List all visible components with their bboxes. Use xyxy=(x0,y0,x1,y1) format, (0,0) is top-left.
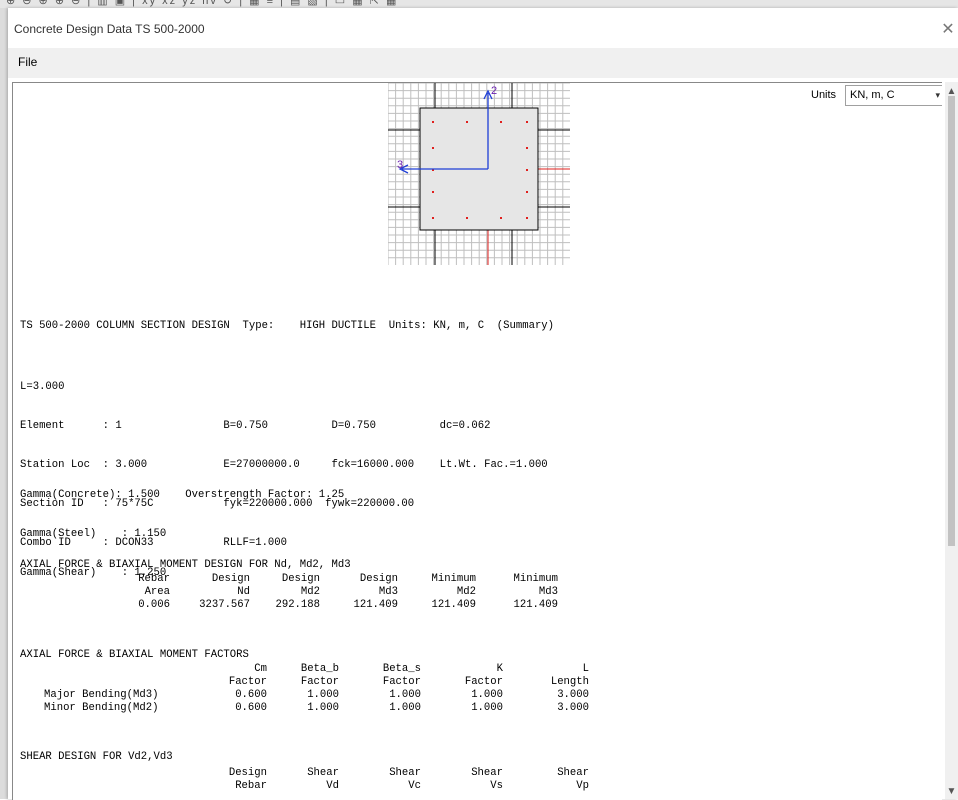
axial-design-title: AXIAL FORCE & BIAXIAL MOMENT DESIGN FOR … xyxy=(20,559,351,571)
design-data-window: Concrete Design Data TS 500-2000 ✕ File xyxy=(8,8,958,800)
rebar-point xyxy=(432,121,434,123)
factors-table: Cm Beta_b Beta_s K L Factor Factor Factor Facto… xyxy=(20,663,589,715)
table-row: Minor Bending(Md2) 0.600 1.000 1.000 1.000 3.… xyxy=(44,702,589,714)
rebar-point xyxy=(526,121,528,123)
info-line: Element : 1 B=0.750 D=0.750 dc=0.062 xyxy=(20,420,491,432)
table-header-row: Area Nd Md2 Md3 Md2 Md3 xyxy=(144,586,558,598)
close-icon[interactable]: ✕ xyxy=(940,19,956,39)
report-panel: 2 3 Units KN, m, C ▾ TS 500-2000 COLUMN … xyxy=(12,82,942,800)
table-header-row: Rebar Vd Vc Vs Vp xyxy=(235,780,589,792)
rebar-point xyxy=(500,121,502,123)
scroll-down-icon[interactable]: ▼ xyxy=(945,786,958,797)
rebar-point xyxy=(432,147,434,149)
menu-bar: File xyxy=(8,48,958,78)
factors-title: AXIAL FORCE & BIAXIAL MOMENT FACTORS xyxy=(20,649,249,661)
menu-file[interactable]: File xyxy=(18,55,37,69)
units-dropdown[interactable]: KN, m, C ▾ xyxy=(845,85,942,106)
axis-2-label: 2 xyxy=(491,85,497,97)
chevron-down-icon: ▾ xyxy=(935,90,940,100)
vertical-scrollbar[interactable]: ▲ ▼ xyxy=(945,82,958,799)
rebar-point xyxy=(526,191,528,193)
axis-3-label: 3 xyxy=(397,159,403,171)
rebar-point xyxy=(500,217,502,219)
rebar-point xyxy=(526,147,528,149)
units-value: KN, m, C xyxy=(850,89,895,101)
background-app-edge xyxy=(0,8,8,799)
column-section-figure: 2 3 xyxy=(388,83,570,265)
shear-table: Design Shear Shear Shear Shear Rebar Vd Vc Vs Vp xyxy=(170,767,589,793)
gamma-line: Gamma(Concrete): 1.500 Overstrength Fact… xyxy=(20,489,345,501)
shear-title: SHEAR DESIGN FOR Vd2,Vd3 xyxy=(20,751,173,763)
title-bar: Concrete Design Data TS 500-2000 ✕ xyxy=(8,8,958,48)
table-header-row: Factor Factor Factor Factor Length xyxy=(228,676,589,688)
rebar-point xyxy=(466,217,468,219)
rebar-point xyxy=(432,191,434,193)
scroll-thumb[interactable] xyxy=(948,96,955,546)
window-title: Concrete Design Data TS 500-2000 xyxy=(14,22,205,36)
table-row: 0.006 3237.567 292.188 121.409 121.409 121.40… xyxy=(138,599,558,611)
table-header-row: Cm Beta_b Beta_s K L xyxy=(254,663,589,675)
rebar-point xyxy=(466,121,468,123)
rebar-point xyxy=(526,217,528,219)
table-header-row: Rebar Design Design Design Minimum Minimum xyxy=(138,573,558,585)
axial-design-table: Rebar Design Design Design Minimum Minimum Ar… xyxy=(120,573,558,612)
report-header: TS 500-2000 COLUMN SECTION DESIGN Type: … xyxy=(20,320,555,332)
table-header-row: Design Shear Shear Shear Shear xyxy=(228,767,589,779)
units-label: Units xyxy=(811,89,837,101)
rebar-point xyxy=(432,217,434,219)
rebar-point xyxy=(526,169,528,171)
table-row: Major Bending(Md3) 0.600 1.000 1.000 1.000 3.… xyxy=(44,689,589,701)
background-app-toolbar: ⊕ ⊖ ⊕ ⊕ ⊖ | ▥ ▣ | xy xz yz nv ↻ | ▦ ≡ | … xyxy=(0,0,958,8)
info-line: L=3.000 xyxy=(20,381,65,393)
gamma-line: Gamma(Steel) : 1.150 xyxy=(20,528,167,540)
